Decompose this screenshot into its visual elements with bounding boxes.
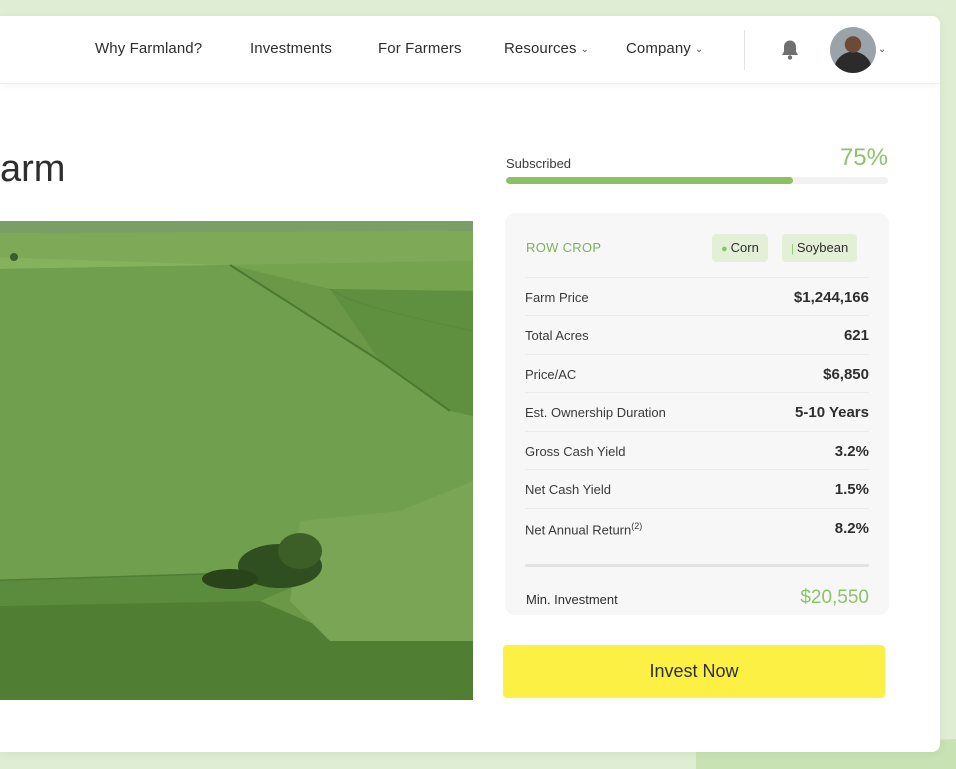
subscription-progress-fill — [506, 177, 793, 184]
farm-aerial-photo — [0, 221, 473, 700]
page-title: arm — [0, 148, 66, 190]
detail-row: Farm Price $1,244,166 — [525, 277, 869, 315]
subscribed-label: Subscribed — [506, 156, 572, 171]
card-header: ROW CROP ● Corn | Soybean — [505, 213, 889, 277]
investment-details-card: ROW CROP ● Corn | Soybean Farm Price $1,24… — [505, 213, 889, 615]
row-label: Price/AC — [525, 367, 577, 382]
corn-icon: ● — [721, 243, 728, 255]
row-label: Total Acres — [525, 328, 589, 343]
detail-row: Est. Ownership Duration 5-10 Years — [525, 392, 869, 430]
row-value: 621 — [843, 327, 869, 344]
nav-for-farmers[interactable]: For Farmers — [378, 40, 462, 57]
footnote-marker: (2) — [631, 521, 643, 531]
tag-corn-label: Corn — [730, 240, 759, 255]
subscription-progress-bar — [506, 177, 888, 184]
nav-company[interactable]: Company ⌄ — [626, 40, 703, 57]
nav-resources[interactable]: Resources ⌄ — [504, 40, 589, 57]
top-navbar: Why Farmland? Investments For Farmers Re… — [0, 16, 940, 84]
subscribed-percent: 75% — [839, 144, 888, 171]
detail-row: Net Cash Yield 1.5% — [525, 469, 869, 507]
chevron-down-icon: ⌄ — [694, 44, 704, 55]
card-divider — [525, 564, 869, 567]
chevron-down-icon[interactable]: ⌄ — [878, 44, 886, 55]
nav-resources-label: Resources — [504, 40, 577, 57]
row-label-text: Net Annual Return — [525, 522, 632, 538]
row-value: 1.5% — [834, 481, 869, 498]
chevron-down-icon: ⌄ — [580, 44, 590, 55]
nav-investments[interactable]: Investments — [250, 40, 332, 57]
row-value: $1,244,166 — [793, 289, 869, 306]
invest-now-button[interactable]: Invest Now — [503, 645, 885, 698]
tag-soybean: | Soybean — [782, 234, 858, 262]
soybean-icon: | — [791, 243, 794, 255]
tag-corn: ● Corn — [712, 234, 768, 262]
row-label: Net Cash Yield — [525, 482, 611, 497]
nav-divider — [744, 30, 745, 70]
detail-row: Total Acres 621 — [525, 315, 869, 353]
row-label: Gross Cash Yield — [525, 444, 626, 459]
tag-soybean-label: Soybean — [796, 240, 849, 255]
nav-company-label: Company — [626, 40, 691, 57]
user-avatar[interactable] — [830, 27, 876, 73]
row-value: 5-10 Years — [795, 404, 869, 421]
min-investment-value: $20,550 — [800, 587, 869, 608]
detail-row: Gross Cash Yield 3.2% — [525, 431, 869, 469]
row-value: $6,850 — [823, 366, 869, 383]
detail-row: Price/AC $6,850 — [525, 354, 869, 392]
bell-icon[interactable] — [778, 38, 802, 62]
row-label: Farm Price — [525, 290, 589, 305]
row-label: Net Annual Return(2) — [525, 521, 642, 537]
crop-category: ROW CROP — [526, 240, 602, 255]
min-investment-label: Min. Investment — [526, 592, 618, 607]
detail-row: Net Annual Return(2) 8.2% — [525, 508, 869, 546]
row-value: 3.2% — [834, 443, 869, 460]
nav-why-farmland[interactable]: Why Farmland? — [95, 40, 202, 57]
browser-window: Why Farmland? Investments For Farmers Re… — [0, 16, 940, 752]
row-value: 8.2% — [834, 520, 869, 537]
row-label: Est. Ownership Duration — [525, 405, 666, 420]
